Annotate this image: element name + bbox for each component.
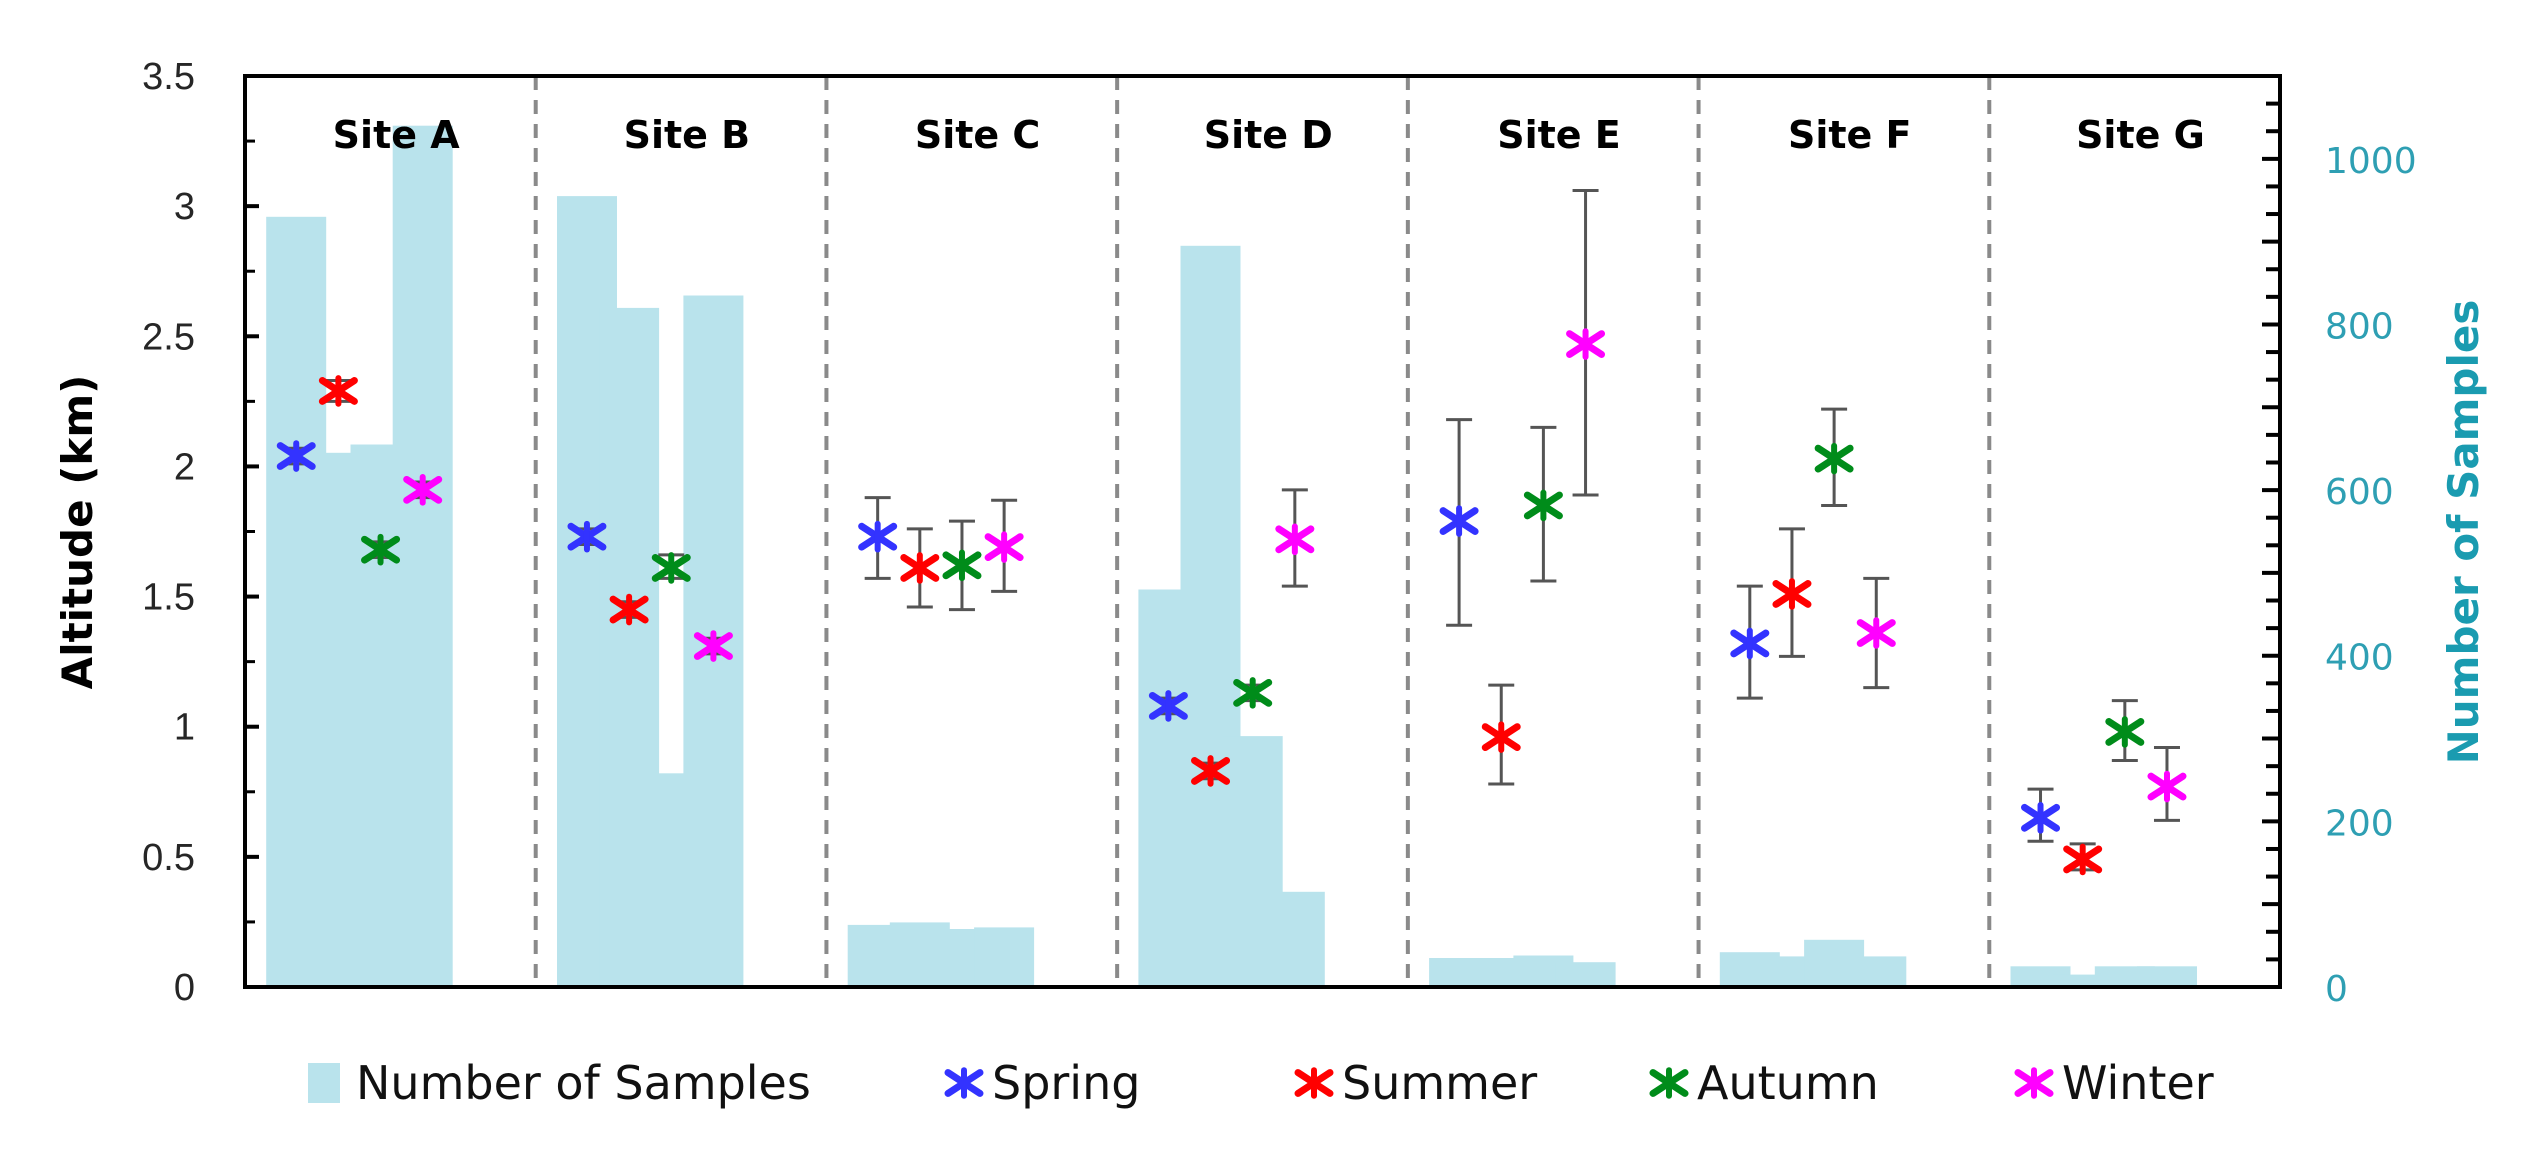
- legend-item: Autumn: [1649, 1056, 1879, 1110]
- site-label: Site E: [1497, 113, 1621, 157]
- right-tick-label: 400: [2325, 638, 2394, 679]
- season-marker: [1566, 328, 1606, 360]
- left-tick-label: 3: [174, 186, 195, 228]
- season-marker: [318, 375, 358, 407]
- season-marker: [1730, 627, 1770, 660]
- chart: 0 0.5 1 1.5 2 2.5 3 3.5 0 200 400 600 800 1000 Site …: [53, 56, 2488, 1110]
- site-label: Site A: [333, 113, 461, 157]
- site-label: Site G: [2076, 113, 2205, 157]
- left-axis-title: Altitude (km): [53, 375, 102, 690]
- season-marker: [1772, 578, 1812, 610]
- right-tick-label: 200: [2325, 803, 2394, 844]
- right-tick-label: 1000: [2325, 141, 2417, 182]
- season-marker: [1481, 721, 1521, 753]
- left-tick-label: 0.5: [142, 837, 195, 879]
- legend-swatch-bar: [308, 1063, 340, 1103]
- right-axis-title: Number of Samples: [2439, 300, 2488, 765]
- sample-count-bar: [1264, 891, 1325, 987]
- legend-marker: [1649, 1067, 1689, 1099]
- season-marker: [900, 552, 940, 584]
- site-label: Site C: [915, 113, 1040, 157]
- legend-marker: [2014, 1067, 2054, 1099]
- legend-marker: [944, 1067, 984, 1099]
- season-marker: [984, 531, 1024, 563]
- legend-label: Number of Samples: [356, 1056, 811, 1110]
- legend: Number of Samples Spring Summer Autumn Winte…: [308, 1056, 2214, 1110]
- left-tick-label: 1.5: [142, 577, 195, 619]
- left-tick-label: 3.5: [142, 56, 195, 98]
- left-tick-label: 1: [174, 707, 195, 749]
- right-tick-label: 600: [2325, 472, 2394, 513]
- sample-count-bar: [2137, 966, 2197, 987]
- season-marker: [1439, 505, 1479, 537]
- right-axis: 0 200 400 600 800 1000: [2262, 101, 2417, 1010]
- legend-item: Winter: [2014, 1056, 2214, 1110]
- sample-count-bar: [974, 927, 1035, 987]
- season-marker: [2147, 770, 2187, 803]
- legend-item: Summer: [1294, 1056, 1537, 1110]
- season-marker: [1856, 617, 1896, 649]
- right-tick-label: 800: [2325, 306, 2394, 347]
- site-label: Site B: [624, 113, 751, 157]
- season-marker: [1523, 489, 1563, 522]
- right-tick-label: 0: [2325, 969, 2348, 1010]
- season-marker: [2021, 802, 2061, 834]
- left-tick-label: 2.5: [142, 316, 195, 358]
- sample-count-bar: [392, 125, 453, 987]
- legend-label: Winter: [2062, 1056, 2214, 1110]
- bars-layer: [266, 125, 2197, 988]
- left-tick-label: 2: [174, 446, 195, 488]
- legend-label: Summer: [1342, 1056, 1537, 1110]
- season-marker: [1233, 677, 1273, 709]
- season-marker: [2063, 843, 2103, 876]
- site-labels: Site A Site B Site C Site D Site E Site F Site…: [333, 113, 2205, 157]
- site-label: Site D: [1204, 113, 1333, 157]
- site-label: Site F: [1788, 113, 1912, 157]
- legend-item: Spring: [944, 1056, 1140, 1110]
- legend-label: Autumn: [1697, 1056, 1879, 1110]
- season-marker: [651, 552, 691, 584]
- season-marker: [1275, 523, 1315, 556]
- sample-count-bar: [1846, 956, 1907, 987]
- left-tick-label: 0: [174, 967, 195, 1009]
- season-marker: [1814, 442, 1854, 475]
- left-axis: 0 0.5 1 1.5 2 2.5 3 3.5: [142, 56, 259, 1009]
- sample-count-bar: [1555, 962, 1616, 987]
- legend-label: Spring: [992, 1056, 1140, 1110]
- legend-item: Number of Samples: [308, 1056, 811, 1110]
- season-marker: [2105, 716, 2145, 748]
- season-marker: [942, 549, 982, 582]
- legend-marker: [1294, 1067, 1334, 1099]
- season-marker: [858, 520, 898, 553]
